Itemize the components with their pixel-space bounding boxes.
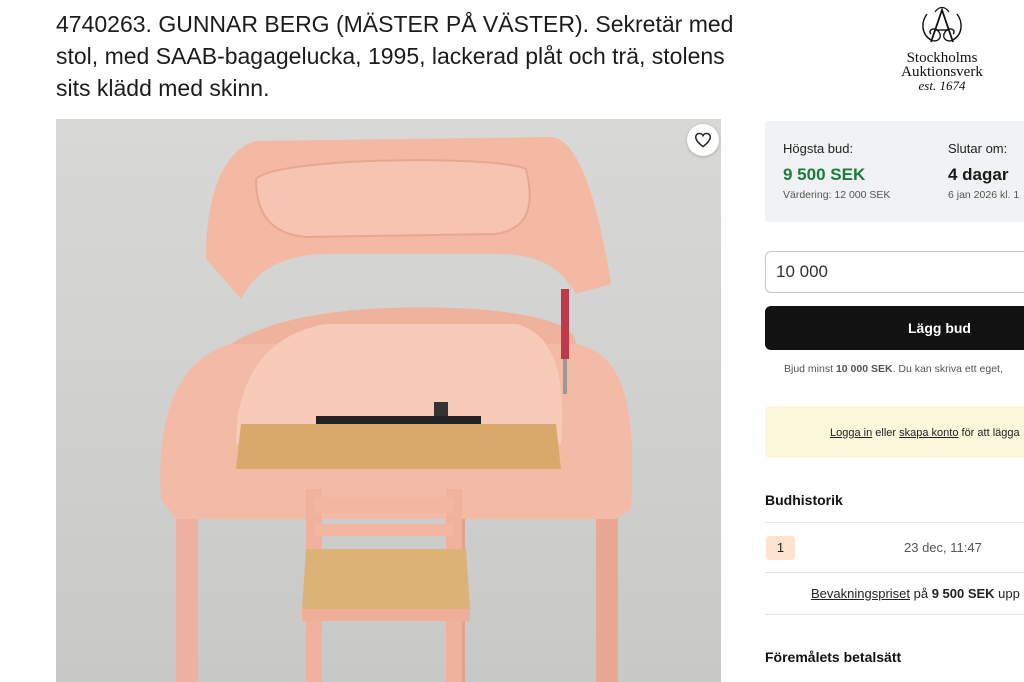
bid-time: 23 dec, 11:47 [904,540,982,555]
payment-methods-title: Föremålets betalsätt [765,649,902,665]
create-account-link[interactable]: skapa konto [899,427,958,439]
reserve-link[interactable]: Bevakningspriset [811,586,910,601]
bid-hint: Bjud minst 10 000 SEK. Du kan skriva ett… [784,363,1003,375]
divider [765,522,1024,523]
login-notice-middle: eller [872,427,900,439]
divider [765,572,1024,573]
divider [765,614,1024,615]
monogram-icon [922,6,962,43]
lot-image[interactable] [56,119,721,682]
auction-house-logo[interactable]: Stockholms Auktionsverk est. 1674 [892,4,992,93]
bid-hint-amount: 10 000 SEK [835,363,893,375]
ends-value: 4 dagar [948,165,1009,184]
ends-label: Slutar om: [948,141,1008,156]
bid-info-panel: Högsta bud: 9 500 SEK Värdering: 12 000 … [765,121,1024,222]
login-notice: Logga in eller skapa konto för att lägga [765,406,1024,458]
estimate-value: Värdering: 12 000 SEK [783,189,891,201]
heart-icon [694,132,712,148]
bid-hint-suffix: . Du kan skriva ett eget, [892,363,1003,375]
bid-history-title: Budhistorik [765,492,843,508]
login-notice-suffix: för att lägga [958,427,1020,439]
lot-title: 4740263. GUNNAR BERG (MÄSTER PÅ VÄSTER).… [56,11,734,101]
bid-amount-input[interactable] [765,251,1024,293]
favorite-button[interactable] [687,124,719,156]
reserve-suffix: upp [994,586,1020,601]
highest-bid-label: Högsta bud: [783,141,854,156]
login-link[interactable]: Logga in [830,427,872,439]
ends-date: 6 jan 2026 kl. 1 [948,189,1020,201]
lot-photo-illustration [160,137,633,682]
bid-number-badge: 1 [766,536,795,560]
place-bid-button[interactable]: Lägg bud [765,306,1024,350]
logo-line-2: Auktionsverk [901,64,983,80]
bid-hint-prefix: Bjud minst [784,363,836,375]
logo-line-1: Stockholms [906,50,978,66]
highest-bid-value: 9 500 SEK [783,165,866,184]
reserve-mid: på [910,586,932,601]
logo-line-3: est. 1674 [918,78,966,93]
reserve-note: Bevakningspriset på 9 500 SEK upp [811,586,1020,601]
reserve-amount: 9 500 SEK [931,586,995,601]
